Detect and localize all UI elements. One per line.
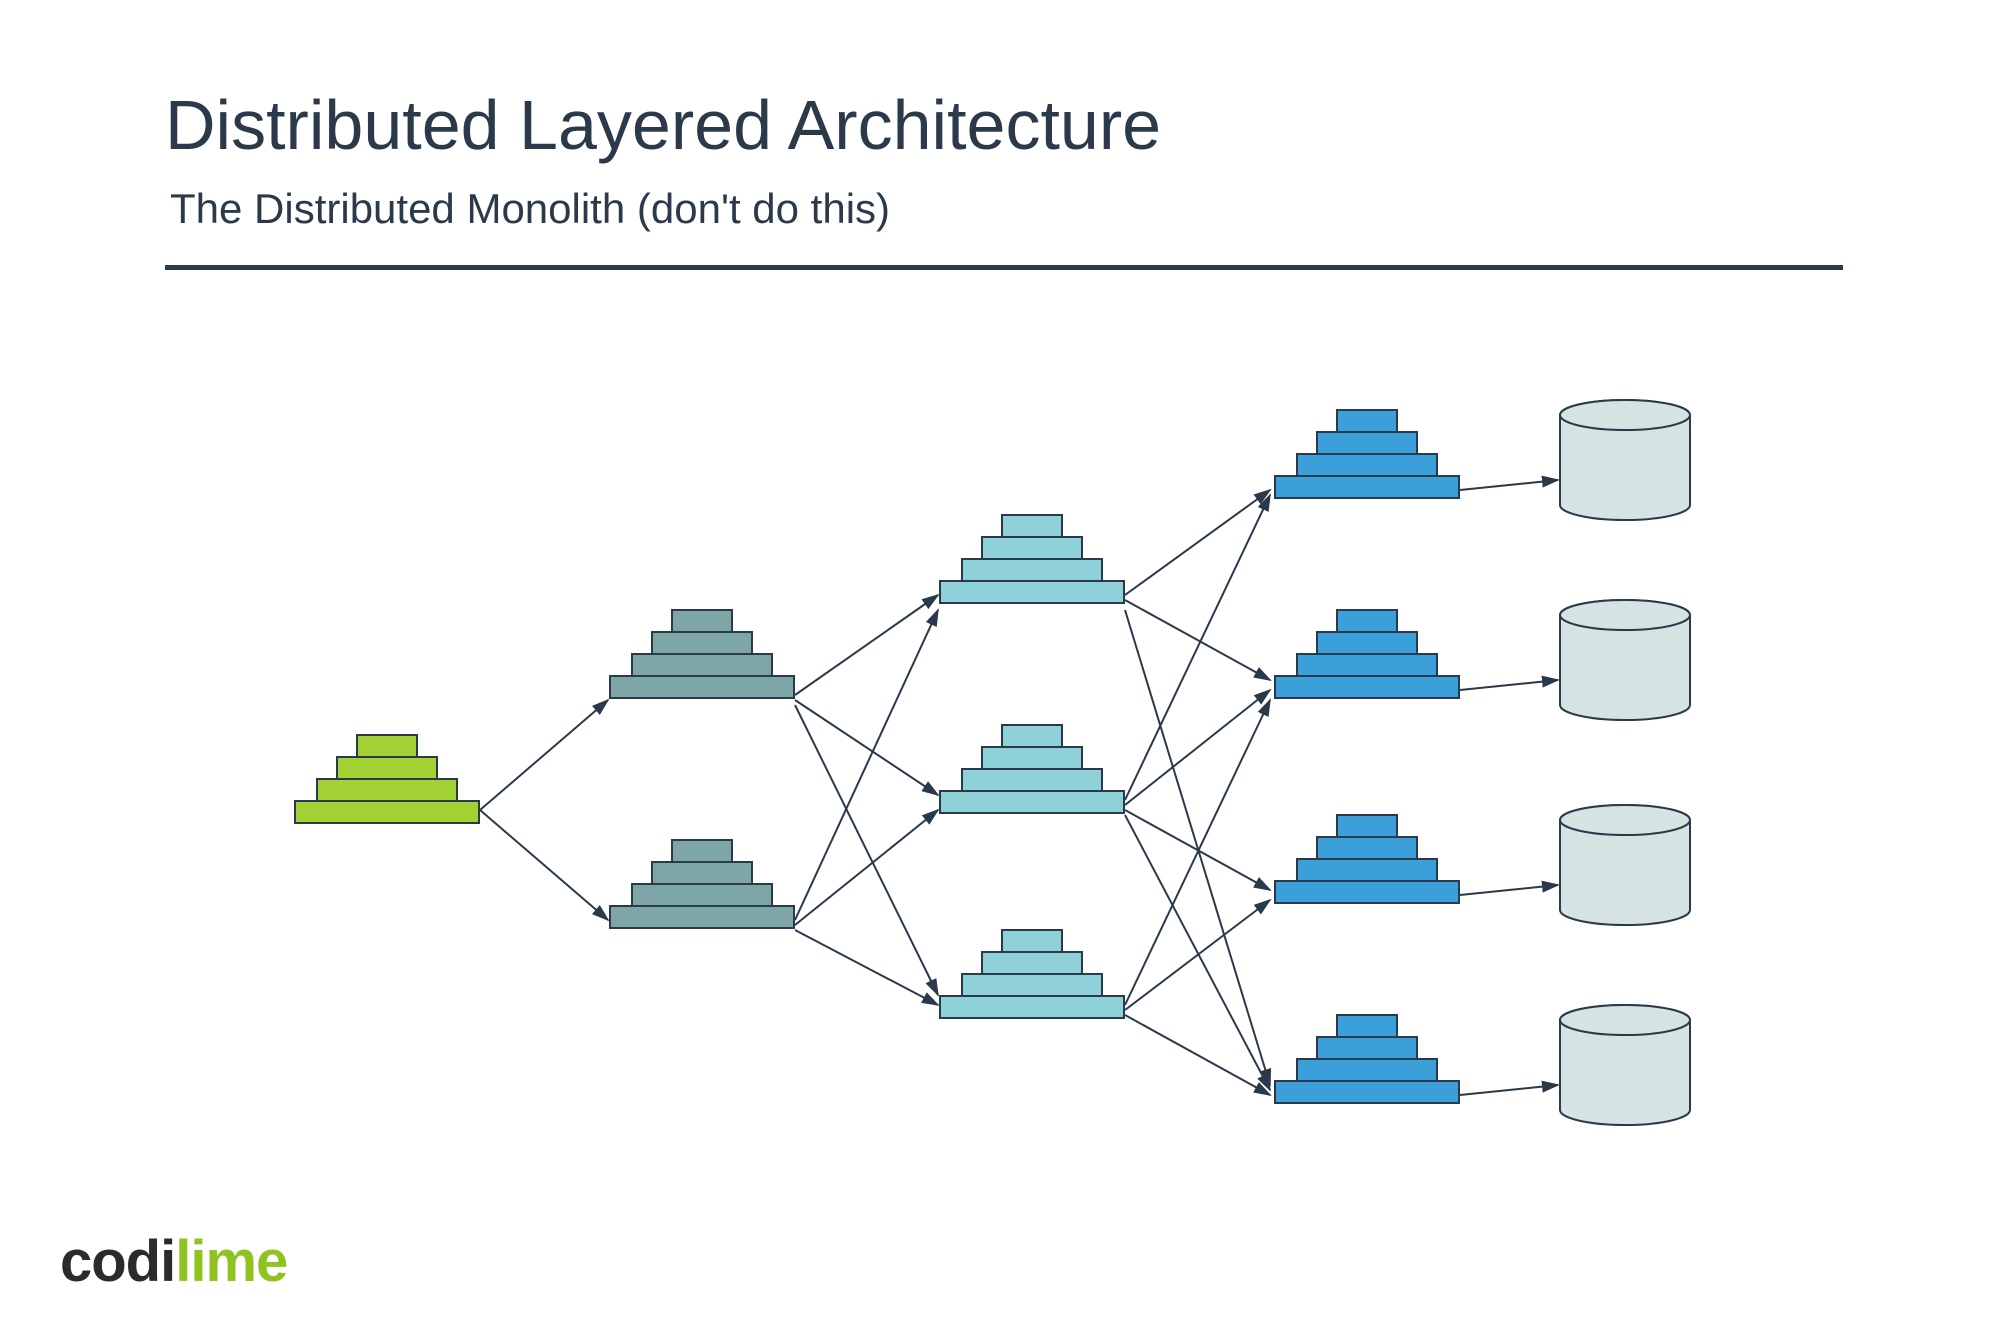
edge [795, 610, 938, 920]
edge [1125, 700, 1270, 1005]
edge [795, 595, 938, 695]
codilime-logo: codilime [60, 1228, 287, 1295]
edge [1460, 1085, 1558, 1095]
edge [1125, 810, 1270, 890]
architecture-diagram [0, 0, 2004, 1337]
edge [795, 810, 938, 925]
database-icon [1560, 400, 1690, 520]
edge [1125, 600, 1270, 680]
pyramid-stack-icon [1275, 410, 1459, 498]
edge [1125, 815, 1270, 1090]
edge [1125, 495, 1270, 800]
edge [1460, 680, 1558, 690]
slide: Distributed Layered Architecture The Dis… [0, 0, 2004, 1337]
pyramid-stack-icon [610, 840, 794, 928]
edge [1125, 900, 1270, 1010]
edge [1125, 610, 1270, 1085]
pyramid-stack-icon [1275, 1015, 1459, 1103]
database-icon [1560, 805, 1690, 925]
pyramid-stack-icon [295, 735, 479, 823]
pyramid-stack-icon [940, 930, 1124, 1018]
edge [1460, 480, 1558, 490]
database-icon [1560, 600, 1690, 720]
edge [1460, 885, 1558, 895]
pyramid-stack-icon [1275, 610, 1459, 698]
edge [1125, 1015, 1270, 1095]
pyramid-stack-icon [610, 610, 794, 698]
pyramid-stack-icon [940, 515, 1124, 603]
pyramid-stack-icon [1275, 815, 1459, 903]
pyramid-stack-icon [940, 725, 1124, 813]
logo-part-2: lime [175, 1229, 287, 1294]
database-icon [1560, 1005, 1690, 1125]
logo-part-1: codi [60, 1229, 175, 1294]
edge [480, 700, 608, 810]
edge [480, 810, 608, 920]
edge [795, 930, 938, 1005]
